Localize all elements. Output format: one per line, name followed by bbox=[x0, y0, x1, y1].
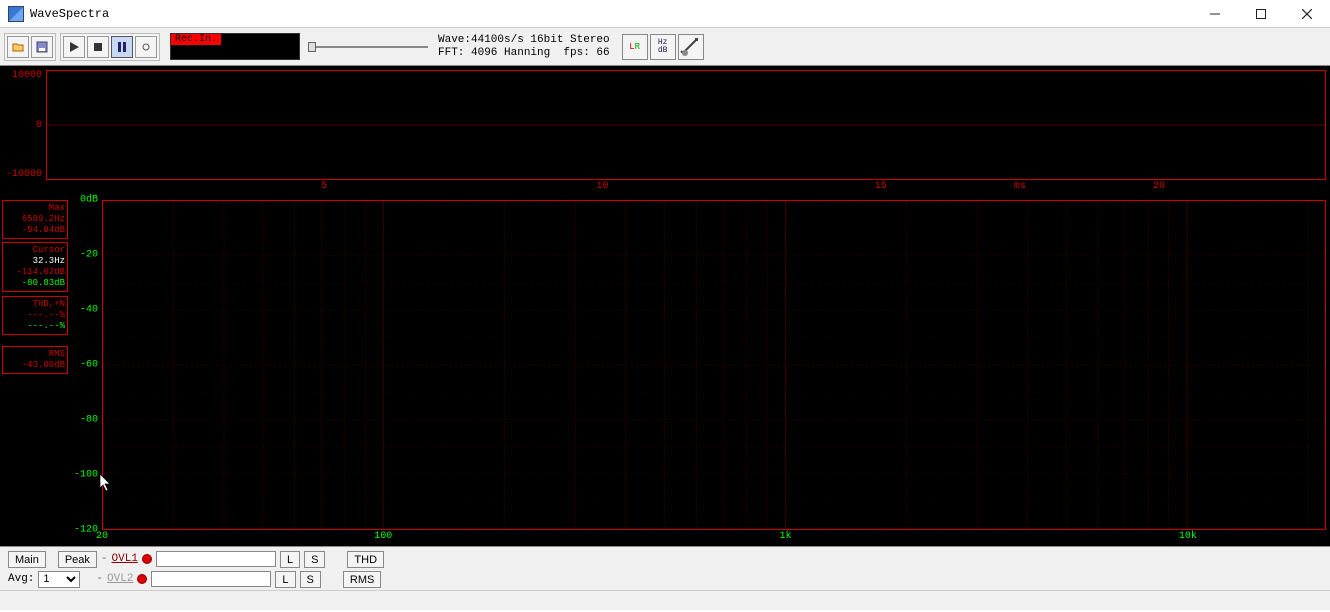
waveform-panel: 10000 0 -10000 5101520ms bbox=[0, 66, 1330, 196]
loop-button[interactable] bbox=[135, 36, 157, 58]
app-icon bbox=[8, 6, 24, 22]
peak-button[interactable]: Peak bbox=[58, 551, 97, 568]
transport-buttons bbox=[60, 33, 160, 61]
avg-label: Avg: bbox=[8, 573, 34, 585]
info-fft: FFT: 4096 Hanning fps: 66 bbox=[438, 47, 610, 60]
thd-box: THD,+N ---.--% ---.--% bbox=[2, 296, 68, 335]
info-wave: Wave:44100s/s 16bit Stereo bbox=[438, 34, 610, 47]
stream-info: Wave:44100s/s 16bit Stereo FFT: 4096 Han… bbox=[438, 34, 610, 60]
minimize-button[interactable] bbox=[1192, 0, 1238, 28]
play-button[interactable] bbox=[63, 36, 85, 58]
spectrum-panel: Max 6589.2Hz -54.04dB Cursor 32.3Hz -114… bbox=[0, 196, 1330, 546]
wave-y-labels: 10000 0 -10000 bbox=[0, 70, 44, 180]
window-title: WaveSpectra bbox=[30, 7, 109, 21]
close-button[interactable] bbox=[1284, 0, 1330, 28]
lr-button[interactable]: LR bbox=[622, 34, 648, 60]
file-buttons bbox=[4, 33, 56, 61]
pause-button[interactable] bbox=[111, 36, 133, 58]
rec-label: Rec.In. bbox=[171, 34, 221, 45]
spec-y-labels: 0dB-20-40-60-80-100-120 bbox=[72, 200, 100, 530]
wave-plot[interactable] bbox=[46, 70, 1326, 180]
spec-x-labels: 201001k10k bbox=[102, 531, 1326, 544]
avg-select[interactable]: 1 bbox=[38, 571, 80, 588]
toolbar: Rec.In. Wave:44100s/s 16bit Stereo FFT: … bbox=[0, 28, 1330, 66]
cursor-box: Cursor 32.3Hz -114.62dB -80.83dB bbox=[2, 242, 68, 292]
wave-x-labels: 5101520ms bbox=[46, 181, 1326, 194]
titlebar: WaveSpectra bbox=[0, 0, 1330, 28]
main-button[interactable]: Main bbox=[8, 551, 46, 568]
settings-button[interactable] bbox=[678, 34, 704, 60]
open-button[interactable] bbox=[7, 36, 29, 58]
rec-indicator: Rec.In. bbox=[170, 33, 300, 60]
save-button[interactable] bbox=[31, 36, 53, 58]
hz-db-button[interactable]: HzdB bbox=[650, 34, 676, 60]
rms-box: RMS -43.00dB bbox=[2, 346, 68, 374]
maximize-button[interactable] bbox=[1238, 0, 1284, 28]
max-box: Max 6589.2Hz -54.04dB bbox=[2, 200, 68, 239]
spec-plot[interactable] bbox=[102, 200, 1326, 530]
stop-button[interactable] bbox=[87, 36, 109, 58]
position-slider[interactable] bbox=[308, 42, 428, 52]
